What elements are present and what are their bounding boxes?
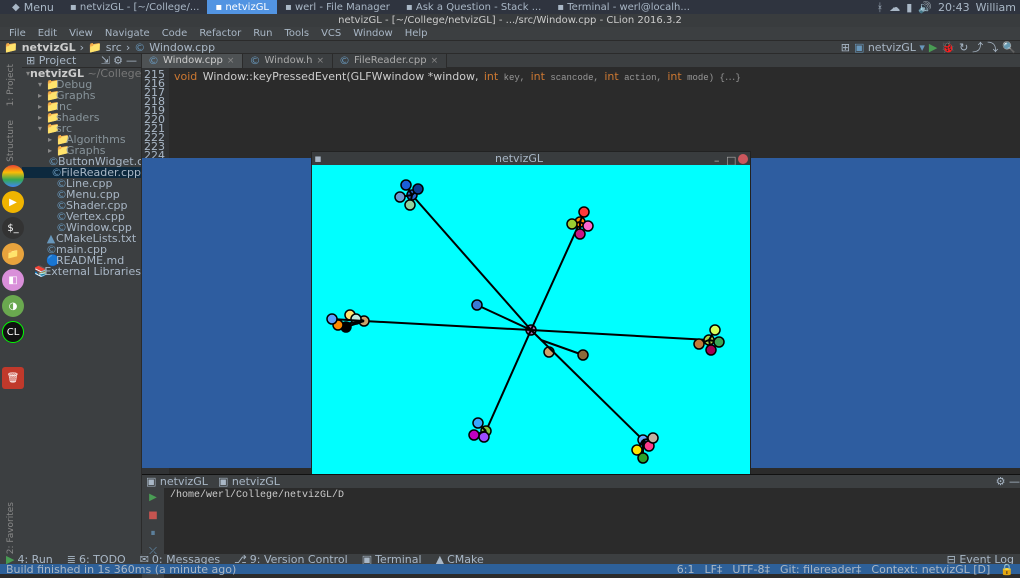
terminal-icon[interactable]: $_ <box>2 217 24 239</box>
editor-tab[interactable]: ©FileReader.cpp× <box>333 54 447 68</box>
breadcrumb-root[interactable]: netvizGL <box>22 41 76 54</box>
graph-svg <box>312 165 750 474</box>
tree-item[interactable]: ▸📁 shaders <box>22 112 141 123</box>
chrome-icon[interactable] <box>2 165 24 187</box>
close-icon[interactable] <box>738 154 748 164</box>
breadcrumb-src[interactable]: src <box>106 41 122 54</box>
bluetooth-icon[interactable]: ᚼ <box>877 1 884 14</box>
app-icon: ▪ <box>312 152 324 165</box>
app-icon[interactable]: ◑ <box>2 295 24 317</box>
desktop-dock: ▶ $_ 📁 ◧ ◑ CL 🗑 <box>2 165 26 389</box>
editor-tabs: ©Window.cpp×©Window.h×©FileReader.cpp× <box>142 54 1020 68</box>
menu-edit[interactable]: Edit <box>33 28 62 39</box>
close-icon[interactable]: × <box>316 56 324 66</box>
hide-icon[interactable]: — <box>126 54 137 67</box>
run-icon[interactable]: ▶ <box>929 41 937 54</box>
battery-icon[interactable]: ▮ <box>906 1 912 14</box>
tree-item[interactable]: ▸📁 Graphs <box>22 90 141 101</box>
side-tab-favorites[interactable]: 2: Favorites <box>6 502 16 554</box>
menu-window[interactable]: Window <box>348 28 397 39</box>
clion-icon[interactable]: CL <box>2 321 24 343</box>
volume-icon[interactable]: 🔊 <box>918 1 932 14</box>
collapse-icon[interactable]: ⇲ <box>101 54 110 67</box>
menu-help[interactable]: Help <box>400 28 433 39</box>
run-tool-window: ▣ netvizGL ▣ netvizGL ⚙ — ▶ ■ ⏸ ⤫ 📷 /hom… <box>142 474 1020 554</box>
project-panel: ⊞ Project ⇲ ⚙ — ▾netvizGL ~/College/netv… <box>22 54 142 554</box>
run-tool-tabs: ▣ netvizGL ▣ netvizGL ⚙ — <box>142 475 1020 488</box>
trash-icon[interactable]: 🗑 <box>2 367 24 389</box>
gear-icon[interactable]: ⚙ <box>113 54 123 67</box>
menu-file[interactable]: File <box>4 28 31 39</box>
stop-icon[interactable]: ■ <box>146 510 160 524</box>
taskbar-window-button[interactable]: ▪ netvizGL <box>207 0 277 14</box>
toolbar-icon[interactable]: ⤴ <box>972 39 983 55</box>
menu-vcs[interactable]: VCS <box>316 28 346 39</box>
files-icon[interactable]: 📁 <box>2 243 24 265</box>
os-taskbar: ◆ Menu ▪ netvizGL - [~/College/...▪ netv… <box>0 0 1020 14</box>
menu-tools[interactable]: Tools <box>279 28 314 39</box>
play-icon[interactable]: ▶ <box>2 191 24 213</box>
project-panel-header[interactable]: ⊞ Project ⇲ ⚙ — <box>22 54 141 68</box>
project-tree[interactable]: ▾netvizGL ~/College/netvizGL ▾📁 Debug▸📁 … <box>22 68 141 277</box>
ide-window-title: netvizGL - [~/College/netvizGL] - .../sr… <box>0 14 1020 27</box>
run-tab[interactable]: ▣ netvizGL <box>218 475 280 488</box>
status-bar: ▶ 4: Run ≣ 6: TODO ✉ 0: Messages ⎇ 9: Ve… <box>0 554 1020 574</box>
gl-app-titlebar[interactable]: ▪ netvizGL – □ <box>312 152 750 165</box>
side-tab-project[interactable]: 1: Project <box>6 64 16 106</box>
menu-code[interactable]: Code <box>157 28 193 39</box>
search-icon[interactable]: 🔍 <box>1002 41 1016 54</box>
breadcrumb-file[interactable]: Window.cpp <box>149 41 215 54</box>
gl-app-window[interactable]: ▪ netvizGL – □ <box>311 151 751 474</box>
close-icon[interactable]: × <box>431 56 439 66</box>
run-config-selector[interactable]: ▣ netvizGL ▾ <box>854 41 925 54</box>
toolbar-icon[interactable]: ⤵ <box>987 39 998 55</box>
maximize-icon[interactable]: □ <box>726 154 736 164</box>
minimize-icon[interactable]: – <box>714 154 724 164</box>
menu-run[interactable]: Run <box>248 28 277 39</box>
taskbar-window-button[interactable]: ▪ werl - File Manager <box>277 0 398 14</box>
close-icon[interactable]: × <box>227 56 235 66</box>
cpp-icon: © <box>134 41 145 54</box>
breadcrumb-bar: 📁 netvizGL › 📁 src › © Window.cpp ⊞ ▣ ne… <box>0 41 1020 54</box>
app-icon[interactable]: ◧ <box>2 269 24 291</box>
gl-app-title: netvizGL <box>324 152 714 165</box>
editor-area: ©Window.cpp×©Window.h×©FileReader.cpp× 2… <box>142 54 1020 554</box>
os-menu-button[interactable]: ◆ Menu <box>4 0 62 14</box>
os-tray[interactable]: ᚼ ☁ ▮ 🔊 20:43 William <box>877 1 1016 14</box>
folder-icon: 📁 <box>4 41 18 54</box>
editor-tab[interactable]: ©Window.cpp× <box>142 54 243 68</box>
debug-icon[interactable]: 🐞 <box>941 41 955 54</box>
menu-view[interactable]: View <box>64 28 98 39</box>
menu-navigate[interactable]: Navigate <box>100 28 155 39</box>
rerun-icon[interactable]: ▶ <box>146 492 160 506</box>
taskbar-window-button[interactable]: ▪ netvizGL - [~/College/... <box>62 0 207 14</box>
network-icon[interactable]: ☁ <box>889 1 900 14</box>
editor-tab[interactable]: ©Window.h× <box>243 54 333 68</box>
run-tab[interactable]: ▣ netvizGL <box>146 475 208 488</box>
tree-item[interactable]: 📚 External Libraries <box>22 266 141 277</box>
taskbar-window-button[interactable]: ▪ Terminal - werl@localh... <box>549 0 698 14</box>
clock[interactable]: 20:43 <box>938 1 970 14</box>
taskbar-window-button[interactable]: ▪ Ask a Question - Stack ... <box>398 0 549 14</box>
user-label[interactable]: William <box>976 1 1016 14</box>
pause-icon[interactable]: ⏸ <box>146 528 160 542</box>
gl-canvas[interactable] <box>312 165 750 474</box>
toolbar-icon[interactable]: ↻ <box>959 41 968 54</box>
folder-icon: 📁 <box>88 41 102 54</box>
build-config-icon[interactable]: ⊞ <box>841 41 850 54</box>
menu-refactor[interactable]: Refactor <box>194 28 246 39</box>
gear-icon[interactable]: ⚙ — <box>996 475 1020 488</box>
